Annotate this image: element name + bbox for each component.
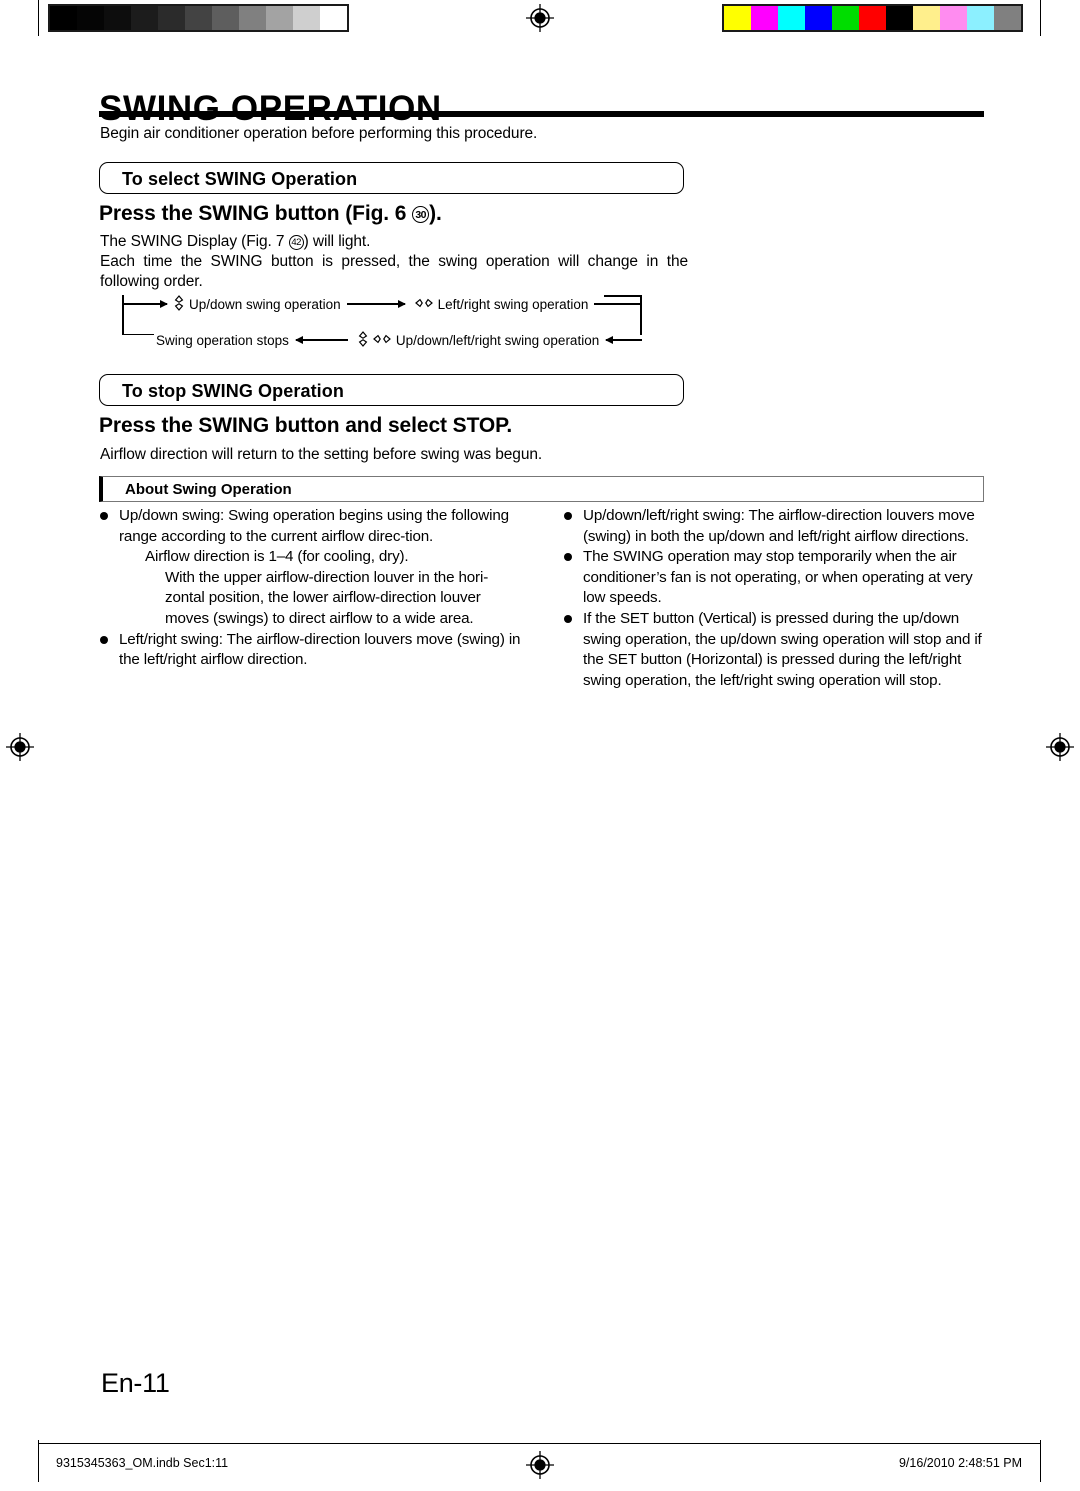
step-heading-press-swing-select-stop: Press the SWING button and select STOP.	[99, 414, 513, 437]
leftright-swing-icon-both	[372, 333, 391, 348]
flow-arrow-updown-to-leftright	[346, 300, 406, 307]
about-bullet-columns: Up/down swing: Swing operation begins us…	[99, 506, 989, 691]
footer-divider-rule	[38, 1443, 1040, 1445]
flow-connector-to-right-rail	[594, 303, 642, 305]
bullet-dot-icon	[100, 512, 108, 520]
footer-trim-right	[1040, 1440, 1042, 1482]
swing-display-note: The SWING Display (Fig. 7 42) will light…	[100, 232, 370, 252]
page-title: SWING OPERATION	[99, 89, 442, 129]
updown-swing-icon	[173, 294, 185, 314]
step-heading-press-swing-button: Press the SWING button (Fig. 6 30).	[99, 202, 442, 226]
list-item-text: Up/down/left/right swing: The airflow-di…	[583, 507, 975, 545]
title-underline-rule	[99, 111, 984, 117]
list-item: Left/right swing: The airflow-direction …	[99, 630, 525, 671]
list-item: Up/down swing: Swing operation begins us…	[99, 506, 525, 547]
list-item-text: If the SET button (Vertical) is pressed …	[583, 609, 982, 689]
list-item: With the upper airflow-direction louver …	[99, 568, 525, 630]
list-item-text: Left/right swing: The airflow-direction …	[119, 630, 521, 669]
list-item-text: The SWING operation may stop temporarily…	[583, 548, 973, 607]
section-header-select-swing-label: To select SWING Operation	[122, 169, 358, 189]
swing-operation-cycle-diagram: Up/down swing operation Left/right swing…	[122, 290, 642, 350]
flow-node-updown-label: Up/down swing operation	[189, 296, 341, 312]
flow-arrow-into-updown	[123, 300, 168, 307]
list-item: Up/down/left/right swing: The airflow-di…	[563, 506, 989, 547]
list-item: The SWING operation may stop temporarily…	[563, 547, 989, 609]
updown-swing-icon-both	[357, 330, 369, 350]
list-item-text: With the upper airflow-direction louver …	[165, 568, 489, 627]
about-swing-operation-label: About Swing Operation	[125, 481, 292, 498]
flow-node-both-label: Up/down/left/right swing operation	[395, 332, 600, 348]
leftright-swing-icon	[414, 297, 433, 312]
flow-row-top: Up/down swing operation Left/right swing…	[122, 294, 642, 314]
bullet-dot-icon	[564, 614, 572, 623]
intro-paragraph: Begin air conditioner operation before p…	[100, 125, 538, 142]
manual-page: SWING OPERATION Begin air conditioner op…	[0, 0, 1080, 1491]
step-heading-prefix: Press the SWING button (Fig. 6	[99, 202, 413, 225]
about-left-column: Up/down swing: Swing operation begins us…	[99, 506, 525, 691]
footer-timestamp: 9/16/2010 2:48:51 PM	[898, 1456, 1022, 1470]
bullet-dot-icon	[100, 635, 108, 644]
about-right-column: Up/down/left/right swing: The airflow-di…	[563, 506, 989, 691]
flow-arrow-both-to-stop	[294, 336, 348, 343]
list-item-text: Up/down swing: Swing operation begins us…	[119, 507, 509, 545]
swing-display-note-prefix: The SWING Display (Fig. 7	[100, 233, 289, 250]
flow-node-leftright-label: Left/right swing operation	[437, 296, 589, 312]
swing-order-paragraph: Each time the SWING button is pressed, t…	[100, 253, 688, 290]
figure-reference-circled-number-42: 42	[288, 235, 304, 250]
about-swing-operation-box: About Swing Operation	[99, 476, 984, 502]
bullet-dot-icon	[564, 512, 572, 520]
flow-arrow-from-right-rail	[605, 336, 642, 343]
swing-display-note-suffix: ) will light.	[303, 233, 371, 250]
section-header-stop-swing-label: To stop SWING Operation	[122, 381, 344, 401]
section-header-stop-swing: To stop SWING Operation	[99, 374, 684, 406]
list-item: Airflow direction is 1–4 (for cooling, d…	[99, 547, 525, 568]
footer-trim-left	[38, 1440, 40, 1482]
bullet-dot-icon	[564, 553, 572, 562]
flow-node-stop-label: Swing operation stops	[156, 332, 289, 348]
figure-reference-circled-number-30: 30	[412, 206, 430, 223]
list-item-text: Airflow direction is 1–4 (for cooling, d…	[145, 548, 409, 566]
section-header-select-swing: To select SWING Operation	[99, 162, 684, 194]
step-heading-suffix: ).	[429, 202, 442, 225]
list-item: If the SET button (Vertical) is pressed …	[563, 609, 989, 691]
page-number: En-11	[101, 1368, 170, 1398]
stop-note-paragraph: Airflow direction will return to the set…	[100, 446, 543, 463]
flow-row-bottom: Swing operation stops Up/down/left/right…	[122, 330, 642, 350]
footer-file-info: 9315345363_OM.indb Sec1:11	[56, 1456, 229, 1470]
